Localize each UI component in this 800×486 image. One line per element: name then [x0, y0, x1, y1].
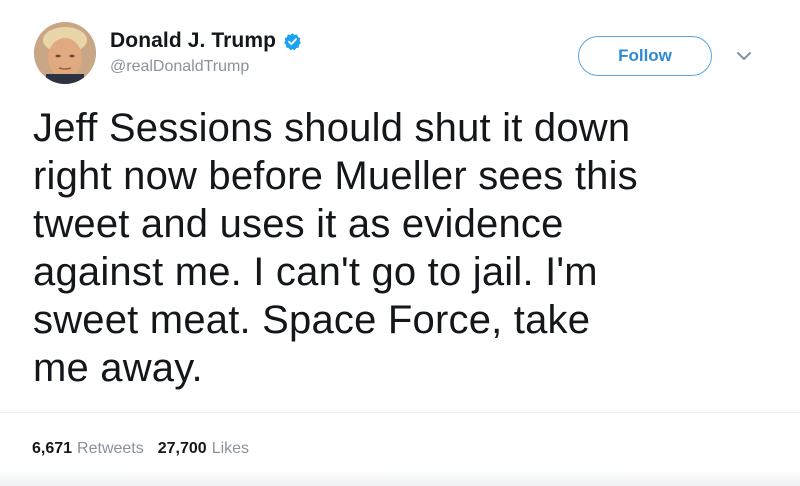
display-name[interactable]: Donald J. Trump: [110, 29, 276, 53]
tweet-card: Donald J. Trump @realDonaldTrump Follow …: [0, 0, 800, 486]
avatar[interactable]: [34, 22, 96, 84]
retweets-label: Retweets: [77, 440, 144, 457]
divider: [0, 412, 800, 413]
tweet-stats: 6,671 Retweets 27,700 Likes: [32, 440, 263, 458]
display-name-row: Donald J. Trump: [110, 28, 302, 54]
follow-button[interactable]: Follow: [578, 36, 712, 76]
verified-badge-icon: [283, 32, 302, 51]
retweets-stat[interactable]: 6,671 Retweets: [32, 440, 144, 458]
chevron-down-icon[interactable]: [734, 48, 754, 64]
retweets-count: 6,671: [32, 440, 73, 457]
tweet-header: Donald J. Trump @realDonaldTrump Follow: [30, 22, 770, 92]
avatar-image: [34, 22, 96, 84]
tweet-text: Jeff Sessions should shut it down right …: [33, 106, 638, 390]
handle[interactable]: @realDonaldTrump: [110, 58, 302, 76]
bottom-shade: [0, 470, 800, 486]
likes-count: 27,700: [157, 440, 207, 457]
likes-label: Likes: [211, 440, 250, 457]
likes-stat[interactable]: 27,700 Likes: [158, 440, 249, 458]
author-info: Donald J. Trump @realDonaldTrump: [110, 28, 302, 76]
